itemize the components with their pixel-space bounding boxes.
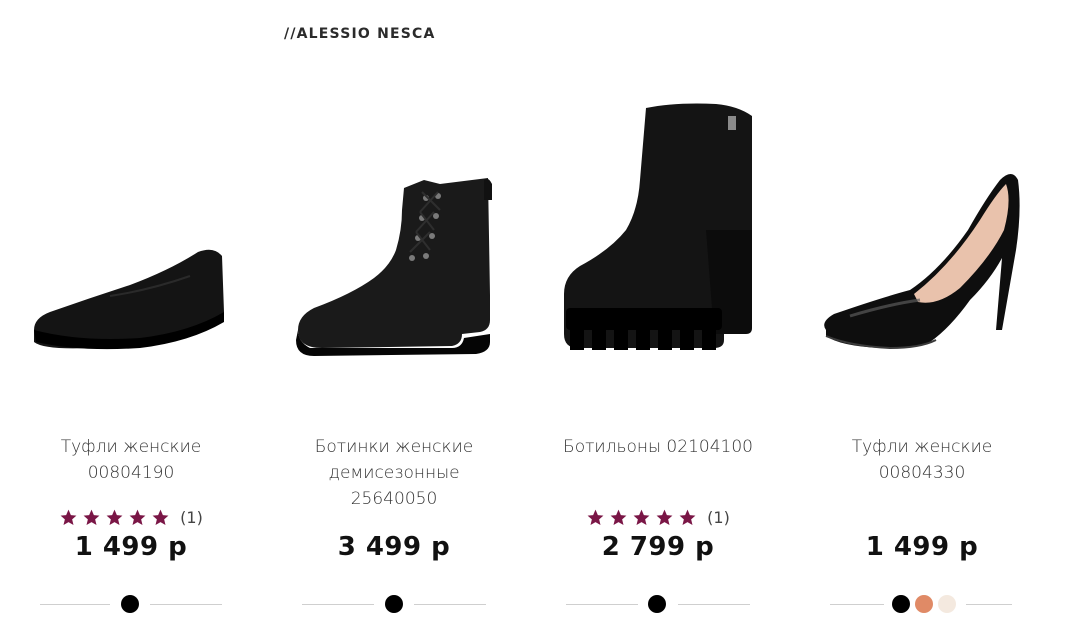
product-image[interactable] [526, 80, 790, 380]
color-swatches [566, 594, 750, 614]
divider [414, 604, 486, 605]
rating-count: (1) [180, 508, 203, 527]
product-price: 1 499 р [865, 532, 979, 562]
divider [566, 604, 638, 605]
product-card[interactable]: Ботинки женские демисезонные 25640050 3 … [262, 0, 526, 642]
color-swatches [302, 594, 486, 614]
color-swatches [40, 594, 222, 614]
star-icon [105, 508, 124, 527]
divider [302, 604, 374, 605]
divider [678, 604, 750, 605]
rating-count: (1) [707, 508, 730, 527]
product-title[interactable]: Туфли женские 00804330 [790, 434, 1054, 486]
flat-shoe-image [34, 249, 224, 350]
star-icon [151, 508, 170, 527]
color-swatch-black[interactable] [648, 595, 666, 613]
color-swatch-black[interactable] [892, 595, 910, 613]
ankle-boot-image [564, 103, 752, 350]
divider [40, 604, 110, 605]
star-icon [586, 508, 605, 527]
star-icon [655, 508, 674, 527]
product-image[interactable] [0, 80, 262, 380]
product-grid: Туфли женские 00804190 (1) 1 499 р Ботин… [0, 0, 1080, 642]
divider [966, 604, 1012, 605]
color-swatch-black[interactable] [385, 595, 403, 613]
rating: (1) [526, 508, 790, 527]
product-card[interactable]: Туфли женские 00804330 1 499 р [790, 0, 1054, 642]
star-icon [632, 508, 651, 527]
product-card[interactable]: Туфли женские 00804190 (1) 1 499 р [0, 0, 262, 642]
product-image[interactable] [262, 80, 526, 380]
divider [830, 604, 884, 605]
product-title[interactable]: Ботинки женские демисезонные 25640050 [262, 434, 526, 512]
product-image[interactable] [790, 80, 1054, 380]
color-swatch-beige[interactable] [938, 595, 956, 613]
star-icon [609, 508, 628, 527]
color-swatch-black[interactable] [121, 595, 139, 613]
product-title[interactable]: Ботильоны 02104100 [526, 434, 790, 460]
star-icon [128, 508, 147, 527]
star-icon [82, 508, 101, 527]
star-icon [59, 508, 78, 527]
stiletto-pump-image [824, 174, 1020, 350]
product-price: 3 499 р [337, 532, 451, 562]
star-icon [678, 508, 697, 527]
color-swatches [830, 594, 1014, 614]
lace-up-boot-image [296, 178, 492, 356]
product-price: 2 799 р [601, 532, 715, 562]
product-title[interactable]: Туфли женские 00804190 [0, 434, 262, 486]
rating: (1) [0, 508, 262, 527]
color-swatch-coral[interactable] [915, 595, 933, 613]
divider [150, 604, 222, 605]
product-card[interactable]: Ботильоны 02104100 (1) 2 799 р [526, 0, 790, 642]
product-price: 1 499 р [74, 532, 188, 562]
